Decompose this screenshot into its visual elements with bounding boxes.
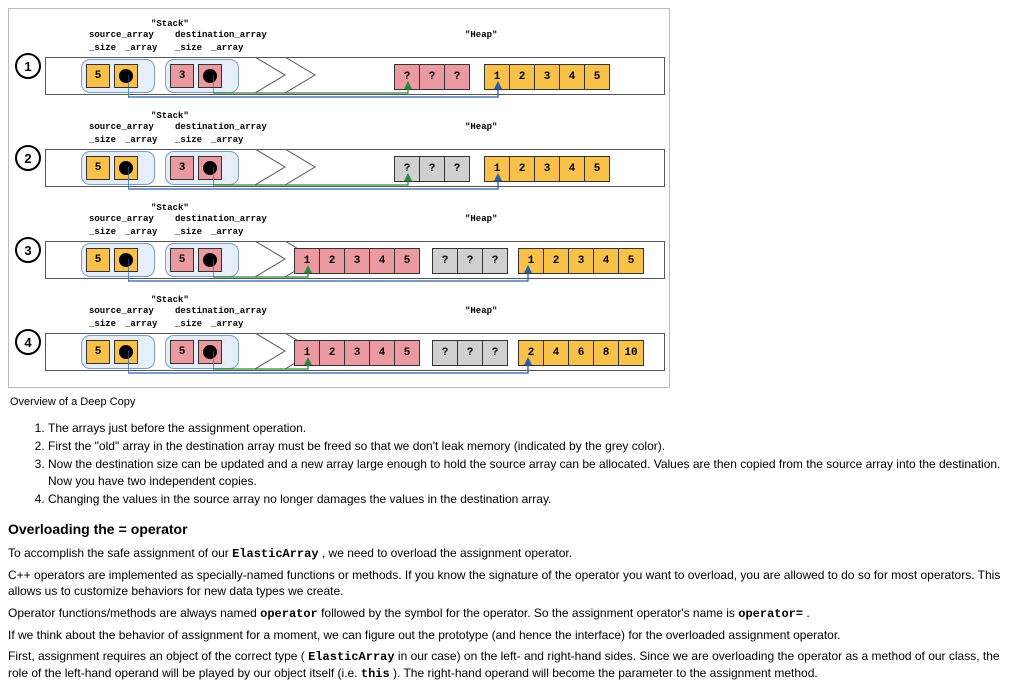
step-badge: 1	[15, 53, 41, 79]
paragraph: If we think about the behavior of assign…	[8, 627, 1016, 643]
heap-cell: ?	[394, 64, 420, 90]
step-explanation-list: The arrays just before the assignment op…	[30, 420, 1016, 507]
heap-block-b: 1 2 3 4 5	[485, 64, 610, 90]
diagram-step-1: 1 "Stack" source_array destination_array…	[15, 19, 669, 97]
label-size: _size	[89, 43, 116, 53]
deep-copy-figure: 1 "Stack" source_array destination_array…	[8, 8, 670, 388]
pointer-cell	[114, 64, 138, 88]
step-badge: 4	[15, 329, 41, 355]
paragraph: C++ operators are implemented as special…	[8, 567, 1016, 599]
diagram-step-4: 4 "Stack" source_array destination_array…	[15, 295, 669, 373]
step-badge: 3	[15, 237, 41, 263]
stack-heap-divider-icon	[255, 149, 355, 185]
paragraph: To accomplish the safe assignment of our…	[8, 545, 1016, 562]
list-item: Changing the values in the source array …	[48, 491, 1008, 507]
diagram-step-2: 2 "Stack" source_array destination_array…	[15, 111, 669, 189]
step-badge: 2	[15, 145, 41, 171]
heap-cell: 4	[559, 64, 585, 90]
heap-cell: 3	[534, 64, 560, 90]
heap-block-a: ? ? ?	[395, 64, 470, 90]
size-cell: 3	[170, 64, 194, 88]
paragraph: First, assignment requires an object of …	[8, 648, 1016, 682]
diagram-step-3: 3 "Stack" source_array destination_array…	[15, 203, 669, 281]
list-item: Now the destination size can be updated …	[48, 456, 1008, 488]
destination-struct: 3	[165, 59, 239, 93]
section-heading: Overloading the = operator	[8, 521, 1016, 539]
pointer-cell	[198, 64, 222, 88]
list-item: The arrays just before the assignment op…	[48, 420, 1008, 436]
list-item: First the "old" array in the destination…	[48, 438, 1008, 454]
heap-cell: 2	[509, 64, 535, 90]
label-size: _size	[175, 43, 202, 53]
label-source-array: source_array	[89, 30, 154, 40]
label-array: _array	[211, 43, 243, 53]
heap-cell: 5	[584, 64, 610, 90]
heap-cell: ?	[419, 64, 445, 90]
figure-caption: Overview of a Deep Copy	[8, 392, 1016, 416]
heap-cell: 1	[484, 64, 510, 90]
label-heap: "Heap"	[465, 30, 497, 40]
label-destination-array: destination_array	[175, 30, 267, 40]
label-array: _array	[125, 43, 157, 53]
label-stack: "Stack"	[151, 19, 189, 29]
size-cell: 5	[86, 64, 110, 88]
stack-heap-divider-icon	[255, 57, 355, 93]
paragraph: Operator functions/methods are always na…	[8, 605, 1016, 622]
source-struct: 5	[81, 59, 155, 93]
heap-cell: ?	[444, 64, 470, 90]
